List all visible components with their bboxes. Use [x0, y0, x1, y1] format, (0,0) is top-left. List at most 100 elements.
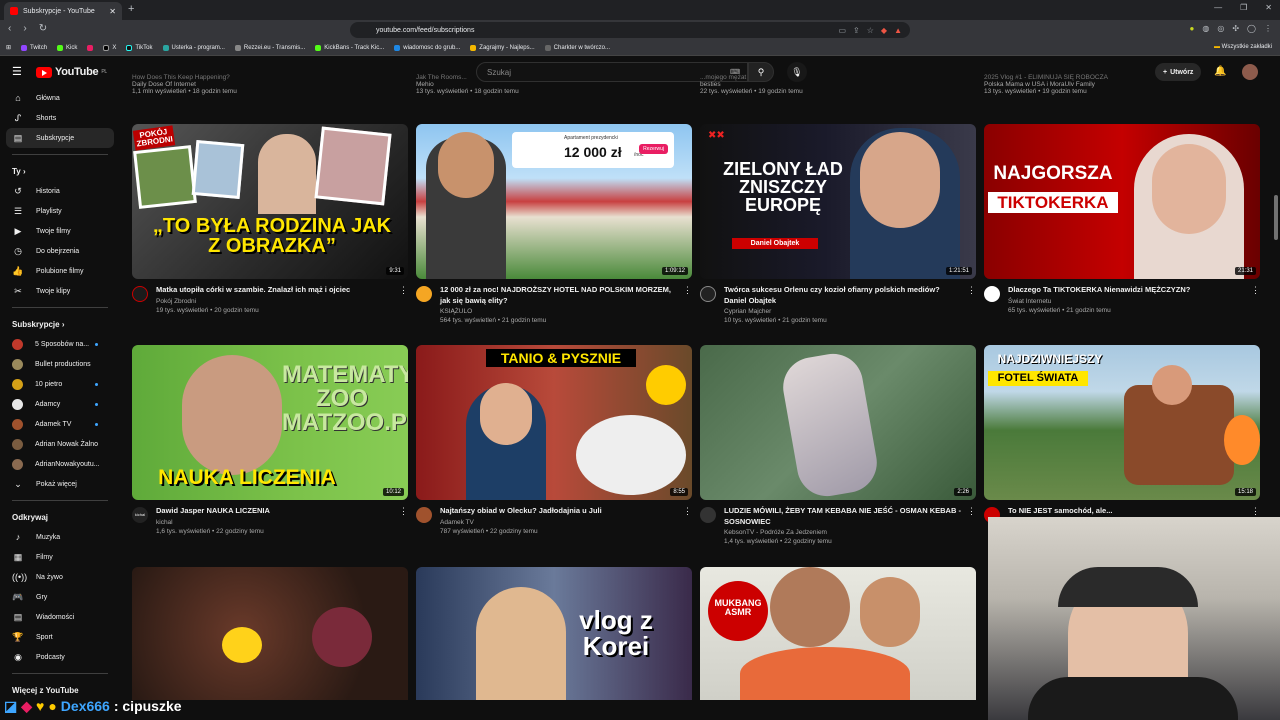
video-card[interactable]: NAJGORSZA TIKTOKERKA 21:31 Dlaczego Ta T…	[984, 124, 1260, 331]
channel-name[interactable]: Adamek TV	[440, 519, 692, 526]
youtube-logo[interactable]: YouTube PL	[36, 66, 107, 78]
video-title[interactable]: Twórca sukcesu Orlenu czy kozioł ofiarny…	[724, 285, 976, 306]
create-button[interactable]: + Utwórz	[1155, 63, 1202, 81]
video-thumbnail[interactable]: Apartament prezydencki 12 000 zł /noc Re…	[416, 124, 692, 279]
sidebar-item-liked[interactable]: 👍 Polubione filmy	[0, 261, 120, 281]
channel-avatar[interactable]	[984, 286, 1000, 302]
sidebar-heading-you[interactable]: Ty ›	[0, 161, 120, 181]
bookmark-item[interactable]: X	[103, 44, 116, 51]
sidebar-item-history[interactable]: ↺ Historia	[0, 181, 120, 201]
video-title[interactable]: LUDZIE MÓWILI, ŻEBY TAM KEBABA NIE JEŚĆ …	[724, 506, 976, 527]
channel-avatar[interactable]	[416, 286, 432, 302]
more-options-icon[interactable]: ⋮	[399, 506, 408, 517]
more-options-icon[interactable]: ⋮	[967, 506, 976, 517]
menu-dots-icon[interactable]: ⋮	[1264, 24, 1272, 33]
bookmark-item[interactable]: Kick	[57, 44, 77, 51]
sidebar-item-home[interactable]: ⌂ Główna	[0, 88, 120, 108]
show-more-button[interactable]: ⌄ Pokaż więcej	[0, 474, 120, 494]
adblock-icon[interactable]: ▲	[894, 26, 902, 35]
sidebar-channel[interactable]: Adamcy	[0, 394, 120, 414]
address-bar[interactable]: youtube.com/feed/subscriptions ▭ ⇪ ☆ ◆ ▲	[350, 22, 910, 38]
video-thumbnail[interactable]: MATEMATYCZNE ZOO MATZOO.PL NAUKA LICZENI…	[132, 345, 408, 500]
sidebar-item-live[interactable]: ((•)) Na żywo	[0, 567, 120, 587]
extension-icon-3[interactable]: ◎	[1217, 24, 1224, 33]
sidebar-channel[interactable]: 10 pietro	[0, 374, 120, 394]
bookmark-item[interactable]: KickBans - Track Kic...	[315, 44, 384, 51]
channel-name[interactable]: KSIĄŻULO	[440, 308, 692, 315]
partial-video-meta[interactable]: 2025 Vlog #1 - ELIMINUJA SIĘ ROBOCZA Pols…	[984, 74, 1108, 95]
sidebar-item-playlists[interactable]: ☰ Playlisty	[0, 201, 120, 221]
channel-name[interactable]: KebsonTV - Podróże Za Jedzeniem	[724, 529, 976, 536]
video-card[interactable]: 2:26 LUDZIE MÓWILI, ŻEBY TAM KEBABA NIE …	[700, 345, 976, 552]
sidebar-heading-subscriptions[interactable]: Subskrypcje ›	[0, 314, 120, 334]
channel-name[interactable]: Cyprian Majcher	[724, 308, 976, 315]
share-icon[interactable]: ⇪	[853, 26, 860, 35]
more-options-icon[interactable]: ⋮	[967, 285, 976, 296]
puzzle-icon[interactable]: ✣	[1232, 24, 1239, 33]
bookmark-item[interactable]: TikTok	[126, 44, 153, 51]
maximize-icon[interactable]: ❐	[1240, 3, 1247, 12]
video-title[interactable]: Dlaczego Ta TIKTOKERKA Nienawidzi MĘŻCZY…	[1008, 285, 1260, 296]
bookmark-item[interactable]: Charkter w twórczo...	[544, 44, 610, 51]
bookmark-item[interactable]: Rezzei.eu - Transmis...	[234, 44, 305, 51]
profile-icon[interactable]: ◯	[1247, 24, 1256, 33]
video-card[interactable]	[132, 567, 408, 700]
channel-name[interactable]: kichal	[156, 519, 408, 526]
sidebar-item-shorts[interactable]: ᔑ Shorts	[0, 108, 120, 128]
notifications-bell-icon[interactable]: 🔔	[1214, 66, 1226, 77]
browser-tab[interactable]: Subskrypcje - YouTube ✕	[4, 2, 122, 20]
video-thumbnail[interactable]: ✖✖ ZIELONY ŁAD ZNISZCZY EUROPĘ Daniel Ob…	[700, 124, 976, 279]
video-card[interactable]: MUKBANG ASMR	[700, 567, 976, 700]
channel-avatar[interactable]	[416, 507, 432, 523]
account-avatar[interactable]	[1242, 64, 1258, 80]
video-title[interactable]: Najtańszy obiad w Olecku? Jadłodajnia u …	[440, 506, 692, 517]
video-thumbnail[interactable]: vlog z Korei	[416, 567, 692, 700]
page-scrollbar[interactable]	[1274, 195, 1278, 240]
more-options-icon[interactable]: ⋮	[1251, 285, 1260, 296]
channel-name[interactable]: Pokój Zbrodni	[156, 298, 408, 305]
reload-icon[interactable]: ↻	[39, 23, 47, 34]
sidebar-item-films[interactable]: ▦ Filmy	[0, 547, 120, 567]
video-thumbnail[interactable]: NAJGORSZA TIKTOKERKA 21:31	[984, 124, 1260, 279]
video-title[interactable]: To NIE JEST samochód, ale...	[1008, 506, 1260, 517]
partial-video-meta[interactable]: How Does This Keep Happening? Daily Dose …	[132, 74, 237, 95]
all-bookmarks[interactable]: ▬ Wszystkie zakładki	[1214, 44, 1272, 50]
bookmark-item[interactable]: Zagrajmy - Najleps...	[470, 44, 535, 51]
video-thumbnail[interactable]: 2:26	[700, 345, 976, 500]
video-card[interactable]: POKÓJ ZBRODNI „TO BYŁA RODZINA JAK Z OBR…	[132, 124, 408, 331]
sidebar-channel[interactable]: 5 Sposobów na...	[0, 334, 120, 354]
cast-icon[interactable]: ▭	[838, 26, 846, 35]
extension-shield-icon[interactable]: ◆	[881, 26, 887, 35]
sidebar-item-podcasts[interactable]: ◉ Podcasty	[0, 647, 120, 667]
forward-icon[interactable]: ›	[23, 23, 26, 34]
channel-name[interactable]: Świat Internetu	[1008, 298, 1260, 305]
video-card[interactable]: MATEMATYCZNE ZOO MATZOO.PL NAUKA LICZENI…	[132, 345, 408, 552]
bookmark-item[interactable]: Usterka - program...	[162, 44, 225, 51]
back-icon[interactable]: ‹	[8, 23, 11, 34]
hamburger-menu-icon[interactable]: ☰	[12, 65, 22, 78]
bookmark-item[interactable]	[87, 44, 94, 51]
video-thumbnail[interactable]: POKÓJ ZBRODNI „TO BYŁA RODZINA JAK Z OBR…	[132, 124, 408, 279]
sidebar-item-your-videos[interactable]: ▶ Twoje filmy	[0, 221, 120, 241]
video-card[interactable]: ✖✖ ZIELONY ŁAD ZNISZCZY EUROPĘ Daniel Ob…	[700, 124, 976, 331]
close-window-icon[interactable]: ✕	[1265, 3, 1272, 12]
video-card[interactable]: Apartament prezydencki 12 000 zł /noc Re…	[416, 124, 692, 331]
star-icon[interactable]: ☆	[867, 26, 874, 35]
more-options-icon[interactable]: ⋮	[683, 506, 692, 517]
more-options-icon[interactable]: ⋮	[399, 285, 408, 296]
sidebar-channel[interactable]: Adamek TV	[0, 414, 120, 434]
video-title[interactable]: 12 000 zł za noc! NAJDROŻSZY HOTEL NAD P…	[440, 285, 692, 306]
sidebar-item-sport[interactable]: 🏆 Sport	[0, 627, 120, 647]
video-title[interactable]: Dawid Jasper NAUKA LICZENIA	[156, 506, 408, 517]
sidebar-channel[interactable]: Adrian Nowak Żalno	[0, 434, 120, 454]
video-thumbnail[interactable]: TANIO & PYSZNIE 8:55	[416, 345, 692, 500]
apps-grid-icon[interactable]: ⊞	[6, 44, 11, 51]
channel-avatar[interactable]	[700, 507, 716, 523]
extension-icon-1[interactable]: ●	[1190, 24, 1195, 33]
bookmark-item[interactable]: wiadomosc do grub...	[394, 44, 460, 51]
partial-video-meta[interactable]: ...mojego mężat besties 22 tys. wyświetleń…	[700, 74, 803, 95]
video-thumbnail[interactable]: MUKBANG ASMR	[700, 567, 976, 700]
sidebar-item-news[interactable]: ▤ Wiadomości	[0, 607, 120, 627]
minimize-icon[interactable]: —	[1214, 3, 1222, 12]
sidebar-item-music[interactable]: ♪ Muzyka	[0, 527, 120, 547]
